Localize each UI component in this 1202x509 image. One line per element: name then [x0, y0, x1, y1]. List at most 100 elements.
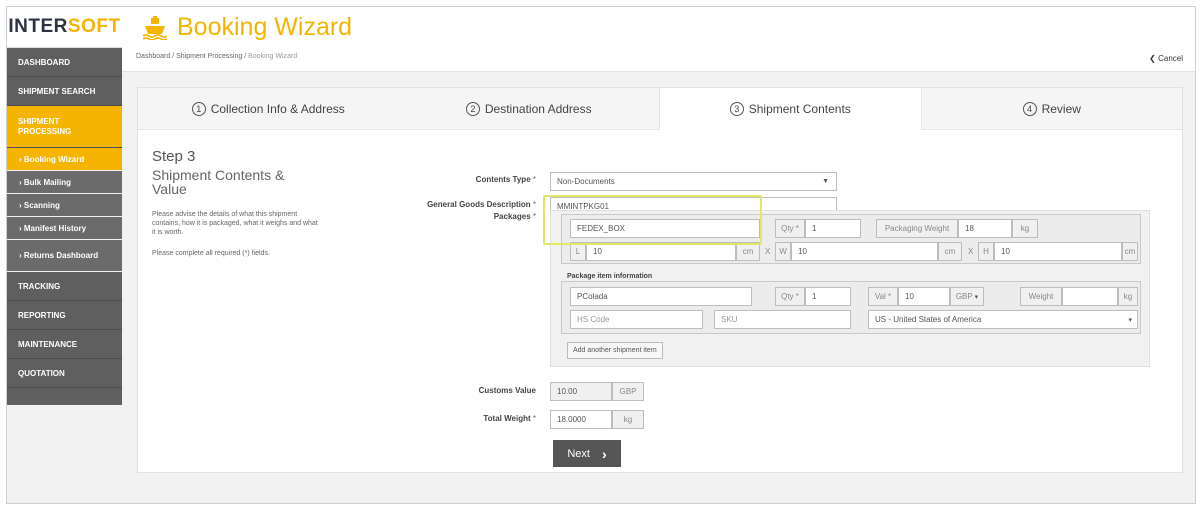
packaging-weight-label: Packaging Weight — [876, 219, 958, 238]
width-input[interactable]: 10 — [791, 242, 938, 261]
val-label-text: Val — [874, 292, 886, 301]
sidebar-subitem-bulk-mailing[interactable]: › Bulk Mailing — [7, 171, 122, 194]
caret-down-icon: ▾ — [972, 293, 979, 301]
height-input[interactable]: 10 — [994, 242, 1122, 261]
sku-input[interactable]: SKU — [714, 310, 851, 329]
tab-collection-info[interactable]: 1 Collection Info & Address — [138, 88, 399, 129]
add-shipment-item-button[interactable]: Add another shipment item — [567, 342, 663, 359]
package-item-section-title: Package item information — [567, 273, 653, 280]
hs-code-placeholder: HS Code — [577, 315, 610, 324]
package-qty-label: Qty * — [775, 219, 805, 238]
sidebar-item-maintenance[interactable]: MAINTENANCE — [7, 330, 122, 359]
customs-value-label: Customs Value — [478, 386, 536, 395]
width-label: W — [775, 242, 791, 261]
wizard-card: 1 Collection Info & Address 2 Destinatio… — [137, 87, 1183, 473]
total-weight-input[interactable]: 18.0000 — [550, 410, 612, 429]
contents-type-select[interactable]: Non-Documents ▼ — [550, 172, 837, 191]
tab-label: Shipment Contents — [748, 102, 851, 116]
item-weight-input[interactable] — [1062, 287, 1118, 306]
step-number: 2 — [465, 101, 480, 116]
width-value: 10 — [798, 247, 807, 256]
item-qty-input[interactable]: 1 — [805, 287, 851, 306]
item-val-input[interactable]: 10 — [898, 287, 950, 306]
packaging-weight-unit: kg — [1012, 219, 1038, 238]
step-number: 3 — [729, 102, 744, 116]
cancel-button[interactable]: ❮ Cancel — [1149, 54, 1183, 63]
chevron-left-icon: ❮ — [1149, 54, 1156, 63]
sidebar-submenu: › Booking Wizard › Bulk Mailing › Scanni… — [7, 148, 122, 272]
item-val-value: 10 — [905, 292, 914, 301]
step-description: Please advise the details of what this s… — [152, 211, 318, 236]
customs-value: 10.00 — [557, 387, 578, 396]
sidebar-subitem-booking-wizard[interactable]: › Booking Wizard — [7, 148, 122, 171]
tab-destination-address[interactable]: 2 Destination Address — [399, 88, 660, 129]
page-header: Booking Wizard Dashboard / Shipment Proc… — [122, 7, 1195, 72]
goods-description-label: General Goods Description * — [398, 200, 536, 209]
sidebar-subitem-returns-dashboard[interactable]: › Returns Dashboard — [7, 240, 122, 272]
tab-shipment-contents[interactable]: 3 Shipment Contents — [659, 88, 922, 130]
breadcrumb-shipment-processing[interactable]: Shipment Processing — [176, 53, 242, 60]
required-mark: * — [888, 292, 892, 301]
sidebar-item-quotation[interactable]: QUOTATION — [7, 359, 122, 388]
packaging-weight-input[interactable]: 18 — [958, 219, 1012, 238]
length-value: 10 — [593, 247, 602, 256]
sidebar-item-shipment-processing[interactable]: SHIPMENT PROCESSING — [7, 106, 122, 148]
sidebar-subitem-manifest-history[interactable]: › Manifest History — [7, 217, 122, 240]
wizard-tabs: 1 Collection Info & Address 2 Destinatio… — [138, 88, 1182, 130]
total-weight-label: Total Weight * — [438, 414, 536, 423]
sidebar-subitem-scanning[interactable]: › Scanning — [7, 194, 122, 217]
next-label: Next — [567, 447, 590, 460]
item-name-value: PColada — [577, 292, 608, 301]
tab-label: Collection Info & Address — [210, 101, 345, 116]
packages-label-text: Packages — [493, 212, 531, 221]
logo[interactable]: INTER SOFT — [7, 7, 122, 48]
packages-label: Packages * — [438, 212, 536, 221]
qty-label-text: Qty — [781, 224, 794, 233]
sidebar-item-tracking[interactable]: TRACKING — [7, 272, 122, 301]
breadcrumb-separator: / — [244, 53, 247, 60]
breadcrumb-booking-wizard: Booking Wizard — [248, 53, 298, 60]
highlight-box — [543, 195, 762, 245]
required-mark: * — [532, 212, 536, 221]
next-button[interactable]: Next › — [553, 440, 621, 467]
sidebar-item-dashboard[interactable]: DASHBOARD — [7, 48, 122, 77]
package-item-row: PColada Qty * 1 Val * 10 GBP ▾ Weight kg… — [561, 281, 1141, 334]
required-mark: * — [795, 224, 799, 233]
step-number: 1 — [191, 101, 206, 116]
total-weight-value: 18.0000 — [557, 415, 586, 424]
currency-dropdown[interactable]: GBP ▾ — [950, 287, 984, 306]
item-name-input[interactable]: PColada — [570, 287, 752, 306]
caret-down-icon: ▾ — [1128, 316, 1132, 324]
tab-review[interactable]: 4 Review — [922, 88, 1183, 129]
tab-label: Destination Address — [484, 101, 592, 116]
hs-code-input[interactable]: HS Code — [570, 310, 703, 329]
step-number: 4 — [1022, 101, 1037, 116]
item-weight-unit: kg — [1118, 287, 1138, 306]
item-qty-value: 1 — [812, 292, 817, 301]
goods-description-label-text: General Goods Description — [427, 200, 531, 209]
packaging-weight-value: 18 — [965, 224, 974, 233]
step-subtitle: Shipment Contents & Value — [152, 167, 285, 197]
breadcrumb: Dashboard / Shipment Processing / Bookin… — [136, 53, 297, 60]
package-qty-input[interactable]: 1 — [805, 219, 861, 238]
required-mark: * — [532, 200, 536, 209]
item-val-label: Val * — [868, 287, 898, 306]
required-note: Please complete all required (*) fields. — [152, 250, 270, 257]
package-qty-value: 1 — [812, 224, 817, 233]
ship-icon — [142, 15, 168, 40]
sidebar-item-reporting[interactable]: REPORTING — [7, 301, 122, 330]
breadcrumb-dashboard[interactable]: Dashboard — [136, 53, 170, 60]
contents-type-label: Contents Type * — [438, 175, 536, 184]
chevron-right-icon: › — [601, 445, 607, 462]
country-select[interactable]: US - United States of America ▾ — [868, 310, 1138, 329]
sidebar: INTER SOFT DASHBOARD SHIPMENT SEARCH SHIP… — [7, 7, 122, 405]
width-unit: cm — [938, 242, 962, 261]
dimension-separator: X — [765, 247, 771, 256]
item-qty-label: Qty * — [775, 287, 805, 306]
breadcrumb-separator: / — [172, 53, 175, 60]
sidebar-item-shipment-search[interactable]: SHIPMENT SEARCH — [7, 77, 122, 106]
dimension-separator: X — [968, 247, 974, 256]
total-weight-unit: kg — [612, 410, 644, 429]
item-weight-label: Weight — [1020, 287, 1062, 306]
caret-down-icon: ▼ — [822, 178, 829, 185]
